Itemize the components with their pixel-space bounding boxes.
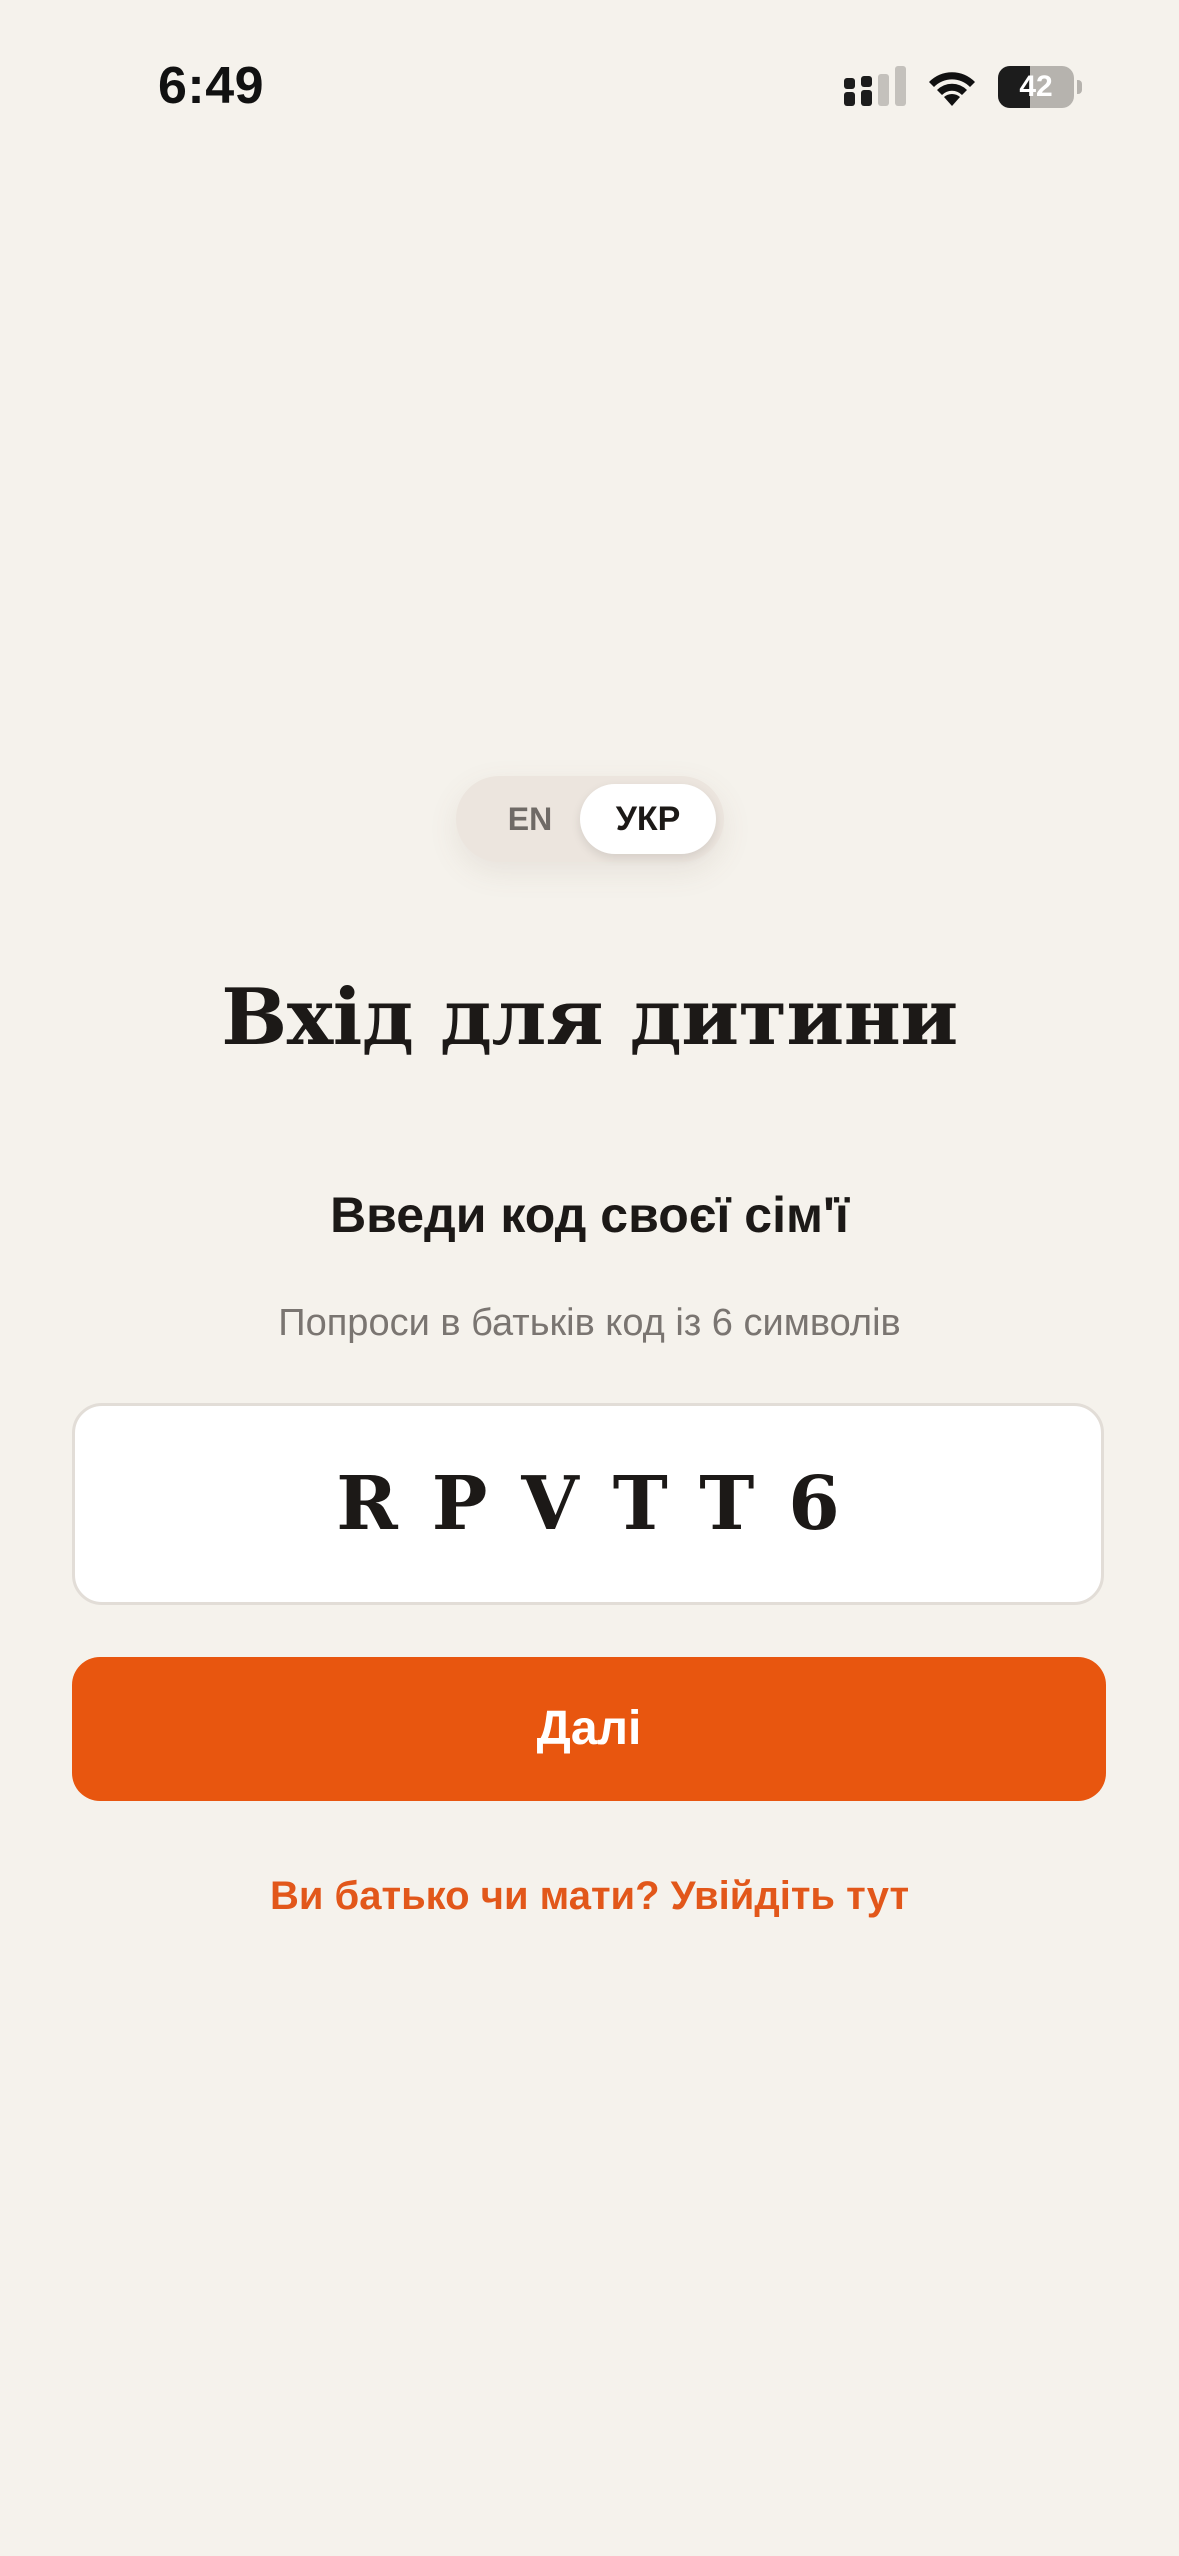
wifi-icon xyxy=(929,72,975,106)
subtitle: Введи код своєї сім'ї xyxy=(330,1187,849,1243)
language-toggle[interactable]: EN УКР xyxy=(456,776,724,862)
cellular-signal-icon xyxy=(844,66,906,106)
language-option-en[interactable]: EN xyxy=(472,784,588,854)
battery-level: 42 xyxy=(1019,70,1053,103)
family-code-input[interactable]: RPVTT6 xyxy=(72,1403,1104,1605)
next-button-label: Далі xyxy=(536,1702,642,1755)
battery-tip xyxy=(1077,80,1082,94)
status-time: 6:49 xyxy=(158,57,265,115)
family-code-value[interactable]: RPVTT6 xyxy=(75,1406,1101,1602)
hint-text: Попроси в батьків код із 6 символів xyxy=(278,1302,901,1344)
language-option-ukr[interactable]: УКР xyxy=(580,784,716,854)
page-title: Вхід для дитини xyxy=(221,972,958,1063)
status-bar: 6:49 42 xyxy=(0,0,1179,150)
battery-icon: 42 xyxy=(998,66,1082,108)
next-button[interactable]: Далі xyxy=(72,1657,1106,1801)
battery-body: 42 xyxy=(998,66,1074,108)
parent-login-link[interactable]: Ви батько чи мати? Увійдіть тут xyxy=(0,1874,1179,1919)
